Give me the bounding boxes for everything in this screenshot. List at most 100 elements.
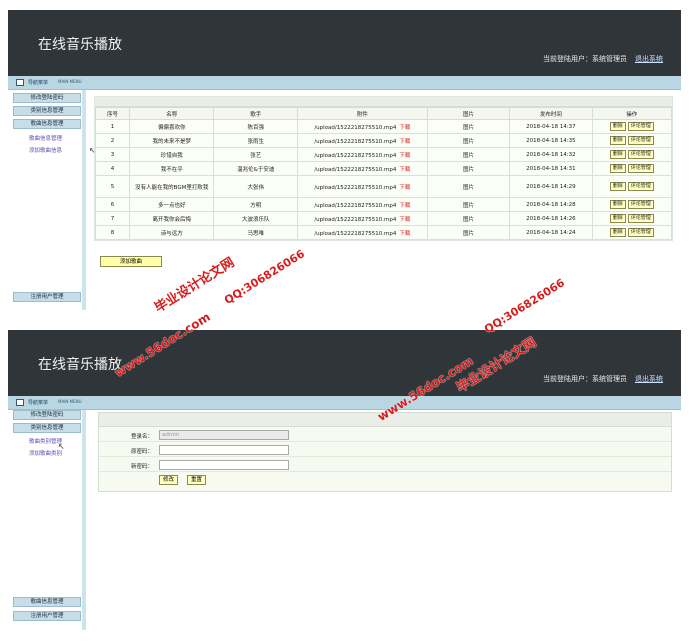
sidebar-category-manage[interactable]: 类别信息管理 [13, 106, 81, 116]
delete-button[interactable]: 删除 [609, 228, 626, 237]
cell-time: 2018-04-18 14:29 [509, 175, 593, 198]
cell-image[interactable]: 图片 [426, 133, 511, 148]
table-row: 8 诗与远方 马思唯/upload/1522218275510.mp4 下载 图片 201… [95, 225, 673, 240]
cell-file: /upload/1522218275510.mp4 下载 [296, 225, 428, 240]
col-image: 图片 [426, 107, 511, 120]
delete-button[interactable]: 删除 [609, 150, 626, 159]
cell-file: /upload/1522218275510.mp4 下载 [296, 119, 428, 134]
download-link[interactable]: 下载 [399, 125, 410, 131]
comment-manage-button[interactable]: 评论管理 [627, 182, 654, 191]
cell-image[interactable]: 图片 [426, 211, 511, 226]
sidebar-user-manage[interactable]: 注册用户管理 [13, 292, 81, 302]
login-label: 登录名： [130, 434, 153, 440]
login-name-field: admin [159, 430, 289, 440]
cell-singer: 大波浪乐队 [213, 211, 298, 226]
cell-image[interactable]: 图片 [426, 147, 511, 162]
delete-button[interactable]: 删除 [609, 182, 626, 191]
file-path: /upload/1522218275510.mp4 [314, 166, 397, 173]
cell-actions: 删除 评论管理 [591, 119, 673, 134]
cell-name: 离开我你会后悔 [128, 211, 215, 226]
download-link[interactable]: 下载 [399, 167, 410, 173]
cell-time: 2018-04-18 14:28 [509, 197, 593, 212]
delete-button[interactable]: 删除 [609, 122, 626, 131]
app-title: 在线音乐播放 [38, 37, 122, 53]
download-link[interactable]: 下载 [399, 139, 410, 145]
menu-icon [16, 79, 24, 86]
delete-button[interactable]: 删除 [609, 214, 626, 223]
submit-button[interactable]: 修改 [159, 475, 179, 485]
cell-file: /upload/1522218275510.mp4 下载 [296, 197, 428, 212]
table-row: 1 偏偏喜欢你 陈百强/upload/1522218275510.mp4 下载 图片 20… [95, 119, 673, 134]
cell-image[interactable]: 图片 [426, 175, 511, 198]
cell-no: 2 [95, 133, 130, 148]
file-path: /upload/1522218275510.mp4 [314, 138, 397, 145]
table-row: 7 离开我你会后悔 大波浪乐队/upload/1522218275510.mp4 下载… [95, 211, 673, 226]
sidebar-category-manage[interactable]: 类别信息管理 [13, 423, 81, 433]
cell-no: 6 [95, 197, 130, 212]
menu-title: 导航菜单 [28, 400, 49, 406]
cell-time: 2018-04-18 14:32 [509, 147, 593, 162]
form-row-login: 登录名： admin [99, 427, 671, 442]
cell-name: 珍惜自我 [128, 147, 215, 162]
download-link[interactable]: 下载 [399, 153, 410, 159]
delete-button[interactable]: 删除 [609, 164, 626, 173]
sidebar-song-manage[interactable]: 歌曲信息管理 [13, 597, 81, 607]
file-path: /upload/1522218275510.mp4 [314, 230, 397, 237]
form-row-buttons: 修改 重置 [99, 472, 671, 487]
delete-button[interactable]: 删除 [609, 136, 626, 145]
sidebar-change-password[interactable]: 修改登陆密码 [13, 410, 81, 420]
logout-link[interactable]: 退出系统 [635, 55, 663, 63]
comment-manage-button[interactable]: 评论管理 [627, 136, 654, 145]
cell-name: 多一点也好 [128, 197, 215, 212]
download-link[interactable]: 下载 [399, 231, 410, 237]
cell-time: 2018-04-18 14:31 [509, 161, 593, 176]
sidebar: 修改登陆密码 类别信息管理 歌曲信息管理 歌曲信息管理 添加歌曲信息 注册用户管… [8, 90, 86, 310]
cell-file: /upload/1522218275510.mp4 下载 [296, 175, 428, 198]
file-path: /upload/1522218275510.mp4 [314, 152, 397, 159]
download-link[interactable]: 下载 [399, 203, 410, 209]
delete-button[interactable]: 删除 [609, 200, 626, 209]
cell-singer: 温兆伦&于安迪 [213, 161, 298, 176]
file-path: /upload/1522218275510.mp4 [314, 124, 397, 131]
table-row: 2 我的未来不是梦 张雨生/upload/1522218275510.mp4 下载 图片… [95, 133, 673, 148]
cell-no: 8 [95, 225, 130, 240]
sub-link-song-manage[interactable]: 歌曲信息管理 [29, 134, 62, 142]
cell-actions: 删除 评论管理 [591, 225, 673, 240]
download-link[interactable]: 下载 [399, 217, 410, 223]
sidebar-user-manage[interactable]: 注册用户管理 [13, 611, 81, 621]
menu-bar: 导航菜单 MAIN MENU [8, 396, 681, 410]
comment-manage-button[interactable]: 评论管理 [627, 150, 654, 159]
cell-image[interactable]: 图片 [426, 197, 511, 212]
cell-actions: 删除 评论管理 [591, 147, 673, 162]
logout-link[interactable]: 退出系统 [635, 375, 663, 383]
cell-image[interactable]: 图片 [426, 225, 511, 240]
comment-manage-button[interactable]: 评论管理 [627, 228, 654, 237]
menu-bar: 导航菜单 MAIN MENU [8, 76, 681, 90]
user-info: 当前登陆用户：系统管理员 退出系统 [543, 374, 663, 384]
reset-button[interactable]: 重置 [187, 475, 207, 485]
cell-name: 我的未来不是梦 [128, 133, 215, 148]
col-name: 名称 [128, 107, 215, 120]
col-no: 序号 [95, 107, 130, 120]
sidebar: 修改登陆密码 类别信息管理 歌曲类别管理 添加歌曲类别 歌曲信息管理 注册用户管… [8, 410, 86, 630]
old-password-field[interactable] [159, 445, 289, 455]
add-song-button[interactable]: 添加歌曲 [100, 256, 162, 267]
cell-image[interactable]: 图片 [426, 119, 511, 134]
file-path: /upload/1522218275510.mp4 [314, 216, 397, 223]
table-row: 6 多一点也好 方明/upload/1522218275510.mp4 下载 图片 201… [95, 197, 673, 212]
cell-no: 3 [95, 147, 130, 162]
sidebar-change-password[interactable]: 修改登陆密码 [13, 93, 81, 103]
comment-manage-button[interactable]: 评论管理 [627, 164, 654, 173]
comment-manage-button[interactable]: 评论管理 [627, 200, 654, 209]
cell-actions: 删除 评论管理 [591, 197, 673, 212]
download-link[interactable]: 下载 [399, 185, 410, 191]
sidebar-song-manage[interactable]: 歌曲信息管理 [13, 119, 81, 129]
col-file: 附件 [296, 107, 428, 120]
cell-image[interactable]: 图片 [426, 161, 511, 176]
comment-manage-button[interactable]: 评论管理 [627, 214, 654, 223]
col-singer: 歌手 [213, 107, 298, 120]
comment-manage-button[interactable]: 评论管理 [627, 122, 654, 131]
sub-link-add-song[interactable]: 添加歌曲信息 [29, 146, 62, 154]
cell-time: 2018-04-18 14:37 [509, 119, 593, 134]
new-password-field[interactable] [159, 460, 289, 470]
